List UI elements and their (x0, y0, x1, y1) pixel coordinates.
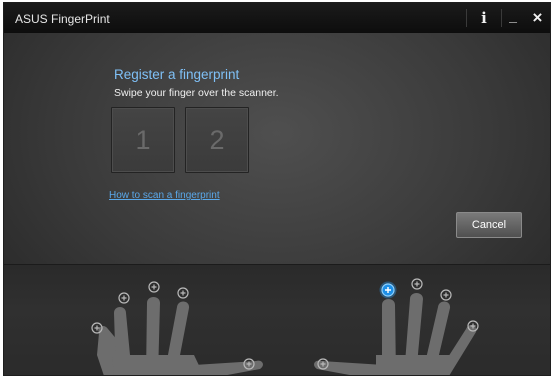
left-palm (112, 355, 204, 375)
fingerprint-slot-2: 2 (185, 107, 249, 173)
info-button[interactable]: i (467, 3, 501, 33)
right-hand (314, 293, 477, 375)
app-window: ASUS FingerPrint i _ × Register a finger… (4, 3, 550, 375)
help-link[interactable]: How to scan a fingerprint (109, 190, 220, 201)
finger-add-button[interactable] (411, 278, 423, 290)
window-title: ASUS FingerPrint (15, 12, 110, 26)
minimize-button[interactable]: _ (501, 3, 525, 33)
left-hand (97, 297, 263, 375)
page-title: Register a fingerprint (114, 67, 240, 82)
finger-add-button-selected[interactable] (379, 281, 397, 299)
finger-add-button[interactable] (118, 292, 130, 304)
cancel-button[interactable]: Cancel (456, 212, 522, 238)
slot-number: 2 (209, 124, 225, 155)
minimize-icon: _ (509, 8, 517, 24)
cancel-label: Cancel (471, 219, 507, 231)
slot-number: 1 (135, 124, 151, 155)
hands-illustration (91, 278, 479, 375)
hand-selector (4, 264, 550, 375)
finger-add-button[interactable] (148, 281, 160, 293)
right-palm (376, 355, 459, 375)
close-button[interactable]: × (525, 3, 550, 33)
info-icon: i (481, 9, 487, 27)
finger-add-button[interactable] (440, 289, 452, 301)
close-icon: × (532, 8, 543, 27)
instruction-text: Swipe your finger over the scanner. (114, 87, 279, 99)
fingerprint-slot-1: 1 (111, 107, 175, 173)
finger-add-button[interactable] (177, 287, 189, 299)
title-bar: ASUS FingerPrint i _ × (4, 3, 550, 33)
